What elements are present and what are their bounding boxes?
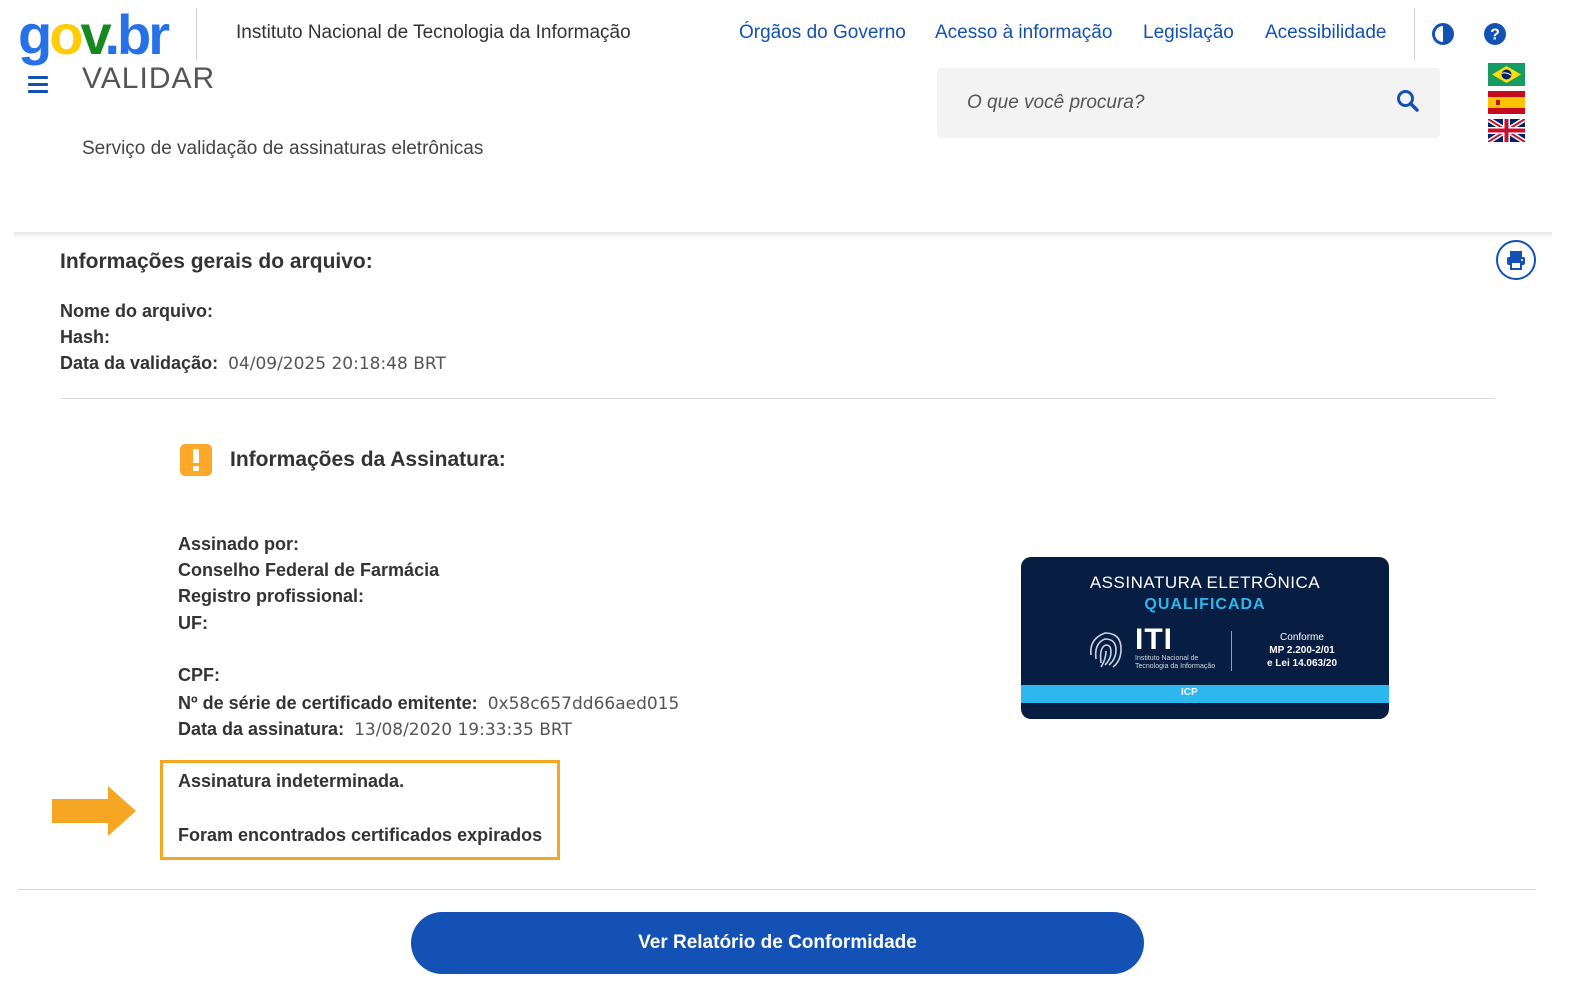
signed-by-label: Assinado por: xyxy=(178,534,300,554)
link-acessibilidade[interactable]: Acessibilidade xyxy=(1265,22,1386,44)
search-input[interactable] xyxy=(967,88,1367,118)
cpf-field: CPF: xyxy=(178,665,220,685)
print-icon[interactable] xyxy=(1496,240,1536,280)
govbr-logo[interactable]: gov.br xyxy=(18,4,170,66)
signer-name: Conselho Federal de Farmácia xyxy=(178,560,440,580)
bottom-divider xyxy=(18,889,1536,890)
professional-registry-field: Registro profissional: xyxy=(178,586,365,606)
arrow-right-icon xyxy=(52,786,136,841)
view-conformity-report-button[interactable]: Ver Relatório de Conformidade xyxy=(411,912,1144,974)
flag-brazil-icon[interactable] xyxy=(1488,63,1525,86)
qualified-signature-badge: ASSINATURA ELETRÔNICA QUALIFICADA ITI In… xyxy=(1021,557,1389,719)
page-title: VALIDAR xyxy=(82,62,216,95)
institute-name: Instituto Nacional de Tecnologia da Info… xyxy=(236,22,631,43)
signature-info-title: Informações da Assinatura: xyxy=(230,448,506,471)
hash-field: Hash: xyxy=(60,327,111,347)
link-acesso-informacao[interactable]: Acesso à informação xyxy=(935,22,1112,44)
header-shadow xyxy=(14,232,1552,238)
link-orgaos-do-governo[interactable]: Órgãos do Governo xyxy=(739,22,906,44)
section-divider xyxy=(60,398,1495,399)
header-divider xyxy=(196,8,197,60)
validation-date-value: 04/09/2025 20:18:48 BRT xyxy=(228,354,446,374)
certificate-serial-field: Nº de série de certificado emitente: 0x5… xyxy=(178,693,680,714)
page-subtitle: Serviço de validação de assinaturas elet… xyxy=(82,138,484,159)
contrast-icon[interactable] xyxy=(1429,20,1457,48)
uf-field: UF: xyxy=(178,613,208,633)
search-icon[interactable] xyxy=(1395,88,1425,118)
signature-date-value: 13/08/2020 19:33:35 BRT xyxy=(354,720,572,740)
warning-icon xyxy=(180,444,212,476)
icp-brasil-logo: ICP xyxy=(1181,687,1198,698)
signature-date-field: Data da assinatura: 13/08/2020 19:33:35 … xyxy=(178,719,572,740)
signature-status: Assinatura indeterminada. xyxy=(178,771,405,791)
signature-status-detail: Foram encontrados certificados expirados xyxy=(178,825,543,845)
search-bar xyxy=(937,68,1440,138)
menu-hamburger-icon[interactable] xyxy=(26,72,54,98)
flag-uk-icon[interactable] xyxy=(1488,119,1525,142)
file-name-field: Nome do arquivo: xyxy=(60,301,214,321)
link-legislacao[interactable]: Legislação xyxy=(1143,22,1234,44)
help-icon[interactable]: ? xyxy=(1481,20,1509,48)
flag-spain-icon[interactable] xyxy=(1488,91,1525,114)
file-info-title: Informações gerais do arquivo: xyxy=(60,250,373,273)
validation-date-field: Data da validação: 04/09/2025 20:18:48 B… xyxy=(60,353,446,374)
fingerprint-icon xyxy=(1083,625,1127,676)
links-divider xyxy=(1414,8,1415,60)
svg-text:?: ? xyxy=(1490,27,1500,44)
certificate-serial-value: 0x58c657dd66aed015 xyxy=(487,694,680,714)
